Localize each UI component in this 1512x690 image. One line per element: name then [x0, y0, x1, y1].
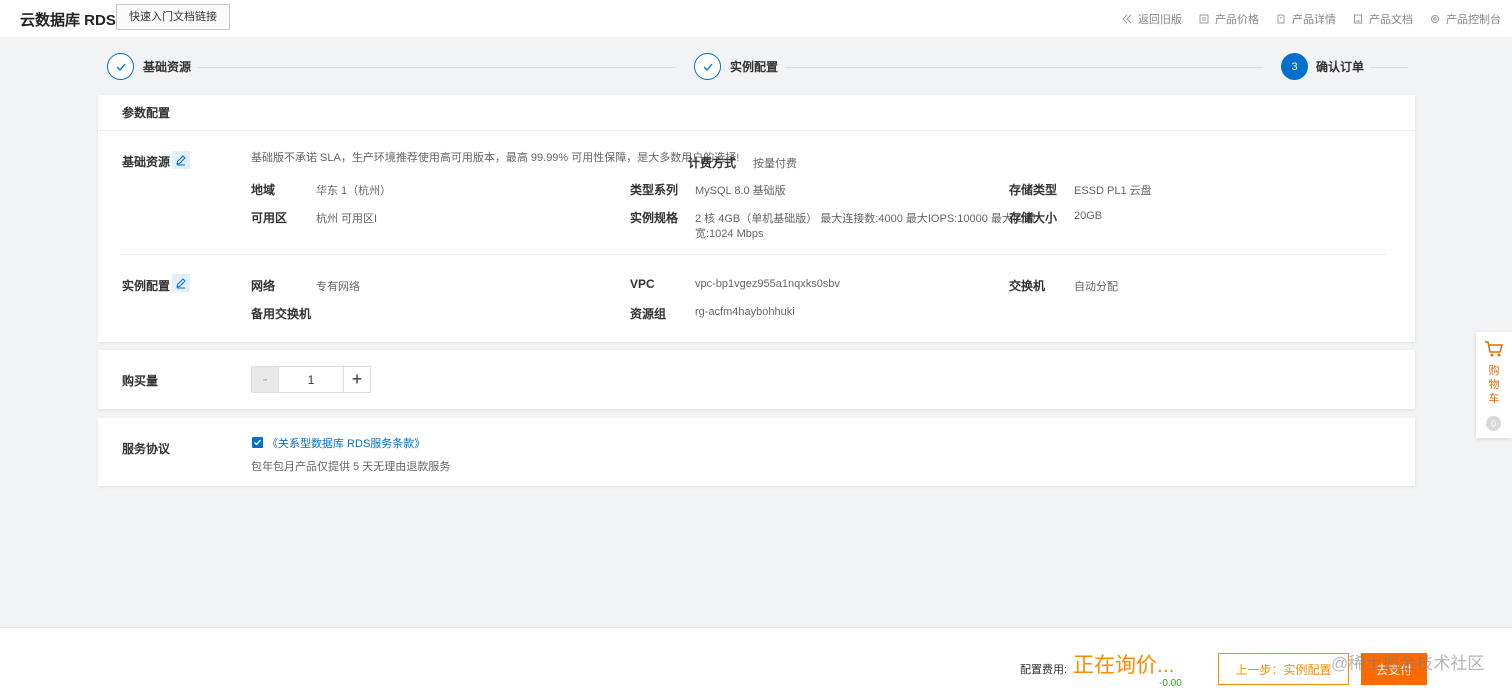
step-3-number: 3 — [1281, 53, 1308, 80]
quantity-decrement-button[interactable]: - — [251, 366, 279, 393]
double-chevron-left-icon — [1122, 14, 1132, 23]
nav-product-price[interactable]: 产品价格 — [1199, 11, 1259, 27]
nav-product-console[interactable]: 产品控制台 — [1430, 11, 1501, 27]
cart-count-badge: 0 — [1486, 416, 1501, 431]
switch-value: 自动分配 — [1074, 281, 1118, 293]
cart-icon — [1485, 341, 1503, 357]
nav-label: 产品价格 — [1215, 13, 1259, 26]
zone-value: 杭州 可用区I — [316, 213, 378, 225]
cart-label: 购物车 — [1488, 365, 1500, 405]
doc-icon — [1354, 14, 1362, 23]
edit-icon — [176, 278, 186, 289]
spec-label: 实例规格 — [630, 211, 679, 225]
resource-group-value: rg-acfm4haybohhuki — [695, 306, 795, 318]
edit-instance-config-button[interactable] — [172, 274, 190, 292]
nav-product-detail[interactable]: 产品详情 — [1276, 11, 1336, 27]
nav-back-old-version[interactable]: 返回旧版 — [1122, 11, 1182, 27]
params-card-title: 参数配置 — [98, 95, 1415, 131]
billing-value: 按量付费 — [753, 158, 797, 170]
step-1-label: 基础资源 — [143, 60, 192, 74]
vpc-value: vpc-bp1vgez955a1nqxks0sbv — [695, 278, 840, 290]
nav-label: 返回旧版 — [1138, 13, 1182, 26]
nav-label: 产品控制台 — [1446, 13, 1501, 26]
region-label: 地域 — [251, 183, 276, 197]
step-3-label: 确认订单 — [1316, 60, 1365, 74]
agreement-checkbox[interactable] — [252, 437, 263, 448]
resource-group-label: 资源组 — [630, 307, 667, 321]
params-card: 参数配置 基础资源 基础版不承诺 SLA，生产环境推荐使用高可用版本，最高 99… — [98, 95, 1415, 342]
step-divider — [1370, 67, 1408, 68]
check-icon — [254, 439, 262, 446]
fee-discount: -0.00 — [1159, 678, 1182, 689]
agreement-label: 服务协议 — [122, 442, 171, 456]
step-1-check — [107, 53, 134, 80]
series-value: MySQL 8.0 基础版 — [695, 185, 786, 197]
quantity-card: 购买量 - 1 + — [98, 350, 1415, 409]
watermark: @稀土掘金技术社区 — [1331, 654, 1485, 673]
step-divider — [198, 67, 676, 68]
billing-label: 计费方式 — [688, 156, 737, 170]
vpc-label: VPC — [630, 277, 655, 291]
base-resource-title: 基础资源 — [122, 155, 171, 169]
zone-label: 可用区 — [251, 211, 288, 225]
region-value: 华东 1（杭州） — [316, 185, 392, 197]
agreement-terms-link[interactable]: 《关系型数据库 RDS服务条款》 — [267, 435, 425, 451]
top-header: 云数据库 RDS 快速入门文档链接 返回旧版 产品价格 产品详情 产品文档 产品… — [0, 0, 1512, 37]
step-divider — [785, 67, 1263, 68]
section-divider — [122, 254, 1389, 255]
step-progress: 基础资源 实例配置 3 确认订单 — [0, 37, 1512, 95]
shopping-cart-button[interactable]: 购物车 0 — [1476, 332, 1512, 438]
top-nav: 返回旧版 产品价格 产品详情 产品文档 产品控制台 — [1122, 0, 1512, 37]
spec-value-line2: 宽:1024 Mbps — [695, 228, 764, 240]
brand-title: 云数据库 RDS — [20, 12, 116, 29]
edit-icon — [176, 155, 186, 166]
agreement-card: 服务协议 《关系型数据库 RDS服务条款》 包年包月产品仅提供 5 天无理由退款… — [98, 418, 1415, 486]
switch-label: 交换机 — [1009, 279, 1046, 293]
agreement-note: 包年包月产品仅提供 5 天无理由退款服务 — [251, 461, 451, 473]
nav-label: 产品详情 — [1292, 13, 1336, 26]
instance-config-title: 实例配置 — [122, 279, 171, 293]
price-list-icon — [1199, 14, 1209, 23]
prev-step-button[interactable]: 上一步：实例配置 — [1218, 653, 1349, 685]
series-label: 类型系列 — [630, 183, 679, 197]
quantity-increment-button[interactable]: + — [343, 366, 371, 393]
nav-product-doc[interactable]: 产品文档 — [1353, 11, 1413, 27]
quantity-input[interactable]: 1 — [279, 366, 343, 393]
gear-icon — [1431, 14, 1439, 23]
storage-size-value: 20GB — [1074, 210, 1103, 222]
backup-switch-label: 备用交换机 — [251, 307, 312, 321]
quantity-label: 购买量 — [122, 374, 159, 388]
storage-type-label: 存储类型 — [1009, 183, 1058, 197]
document-icon — [1277, 14, 1285, 23]
check-icon — [116, 63, 125, 71]
quick-start-doc-button[interactable]: 快速入门文档链接 — [116, 4, 230, 30]
network-label: 网络 — [251, 279, 276, 293]
storage-type-value: ESSD PL1 云盘 — [1074, 185, 1152, 197]
check-icon — [703, 63, 712, 71]
step-2-label: 实例配置 — [730, 60, 779, 74]
fee-label: 配置费用: — [1020, 664, 1068, 676]
network-value: 专有网络 — [316, 281, 360, 293]
spec-value-line1: 2 核 4GB（单机基础版） 最大连接数:4000 最大IOPS:10000 最… — [695, 213, 1036, 225]
base-notice: 基础版不承诺 SLA，生产环境推荐使用高可用版本，最高 99.99% 可用性保障… — [251, 152, 740, 164]
bottom-action-bar: 配置费用: 正在询价... -0.00 上一步：实例配置 去支付 @稀土掘金技术… — [0, 627, 1512, 690]
quantity-stepper: - 1 + — [251, 366, 371, 393]
fee-status: 正在询价... — [1073, 654, 1175, 677]
edit-base-resource-button[interactable] — [172, 151, 190, 169]
nav-label: 产品文档 — [1369, 13, 1413, 26]
storage-size-label: 存储大小 — [1009, 211, 1058, 225]
step-2-check — [694, 53, 721, 80]
